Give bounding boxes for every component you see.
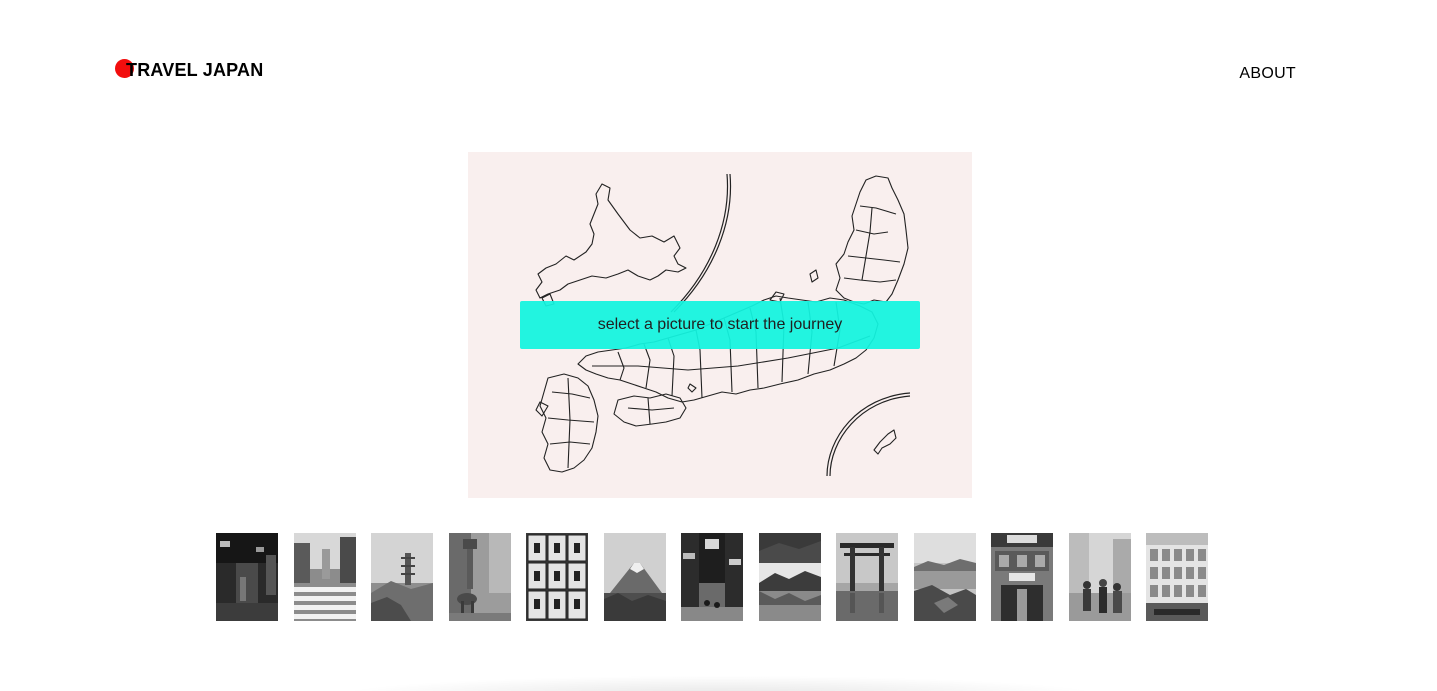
page: TRAVEL JAPAN ABOUT select a picture to s… — [0, 0, 1437, 691]
start-journey-button[interactable]: select a picture to start the journey — [520, 301, 920, 349]
logo-text: TRAVEL JAPAN — [126, 60, 264, 80]
thumbnail-torii-gate[interactable] — [836, 533, 898, 621]
thumbnail-lake-forest[interactable] — [759, 533, 821, 621]
thumbnail-deer-lantern[interactable] — [449, 533, 511, 621]
nav-about-link[interactable]: ABOUT — [1239, 65, 1296, 83]
thumbnail-coastline[interactable] — [914, 533, 976, 621]
thumbnail-vending-machine[interactable] — [1146, 533, 1208, 621]
bottom-shadow — [340, 676, 1100, 691]
thumbnail-crosswalk[interactable] — [294, 533, 356, 621]
thumbnail-street-crowd[interactable] — [1069, 533, 1131, 621]
thumbnail-strip — [216, 533, 1216, 621]
map-panel: select a picture to start the journey — [468, 152, 972, 498]
thumbnail-shop-front[interactable] — [991, 533, 1053, 621]
thumbnail-sake-barrels[interactable] — [526, 533, 588, 621]
thumbnail-shopping-street[interactable] — [681, 533, 743, 621]
thumbnail-alley-night[interactable] — [216, 533, 278, 621]
logo[interactable]: TRAVEL JAPAN — [114, 58, 263, 82]
thumbnail-mount-fuji[interactable] — [604, 533, 666, 621]
thumbnail-pagoda-landscape[interactable] — [371, 533, 433, 621]
